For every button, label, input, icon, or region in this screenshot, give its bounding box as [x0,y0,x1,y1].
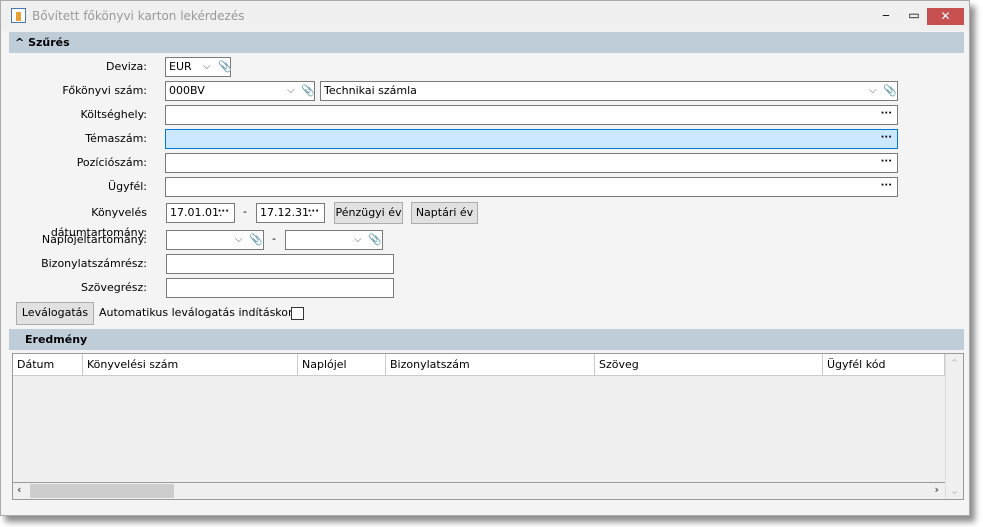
ugyfel-label: Ügyfél: [108,180,147,193]
naplojel-from-select[interactable]: ⌵ 📎 [166,230,264,250]
column-header-ugyfel-kod[interactable]: Ügyfél kód [823,354,945,376]
pozicioszam-label: Pozíciószám: [76,156,147,169]
maximize-button[interactable]: ▭ [901,8,927,25]
temaszam-label: Témaszám: [85,132,147,145]
szoveg-field[interactable] [166,278,394,298]
window-title: Bővített főkönyvi karton lekérdezés [32,9,245,23]
title-bar: Bővített főkönyvi karton lekérdezés ‒ ▭ … [1,1,969,31]
window: Bővített főkönyvi karton lekérdezés ‒ ▭ … [0,0,970,516]
ellipsis-icon[interactable]: ··· [218,203,229,221]
fokonyvi-label: Főkönyvi szám: [62,84,147,97]
fokonyvi-value: 000BV [169,84,205,97]
vertical-scrollbar[interactable]: ⌃ ⌄ [945,354,963,499]
result-table: Dátum Könyvelési szám Naplójel Bizonylat… [12,353,964,500]
paperclip-icon[interactable]: 📎 [883,82,897,100]
filter-button[interactable]: Leválogatás [16,302,94,325]
chevron-down-icon: ⌵ [235,234,243,245]
scroll-down-icon[interactable]: ⌄ [946,484,963,497]
paperclip-icon[interactable]: 📎 [249,231,263,249]
column-header-datum[interactable]: Dátum [13,354,83,376]
fokonyvi-select[interactable]: 000BV ⌵ 📎 [165,81,315,101]
scroll-right-icon[interactable]: › [934,483,939,496]
fiscal-year-button[interactable]: Pénzügyi év [334,202,403,224]
paperclip-icon[interactable]: 📎 [301,82,315,100]
app-icon [11,8,26,23]
column-header-bizonylatszam[interactable]: Bizonylatszám [386,354,595,376]
ellipsis-icon[interactable]: ··· [881,177,892,195]
bizonylat-field[interactable] [166,254,394,274]
horizontal-scrollbar[interactable]: ‹ › [13,482,945,499]
deviza-select[interactable]: EUR ⌵ 📎 [165,57,232,77]
auto-filter-label: Automatikus leválogatás indításkor: [99,306,297,319]
fokonyvi-name-select[interactable]: Technikai számla ⌵ 📎 [320,81,898,101]
ugyfel-field[interactable]: ··· [165,177,898,197]
close-button[interactable]: ✕ [927,8,964,25]
date-to-value: 17.12.31. [260,206,313,219]
koltseghely-field[interactable]: ··· [165,105,898,125]
column-header-konyvelesi-szam[interactable]: Könyvelési szám [83,354,298,376]
date-from-value: 17.01.01. [170,206,223,219]
chevron-down-icon: ⌵ [354,234,362,245]
scroll-up-icon[interactable]: ⌃ [946,357,963,370]
paperclip-icon[interactable]: 📎 [368,231,382,249]
result-section-header: Eredmény [9,329,964,350]
chevron-down-icon: ⌵ [869,85,877,96]
chevron-down-icon: ⌵ [203,61,211,72]
temaszam-field[interactable]: ··· [165,129,898,149]
pozicioszam-field[interactable]: ··· [165,153,898,173]
ellipsis-icon[interactable]: ··· [881,105,892,123]
deviza-value: EUR [169,60,192,73]
naplojel-to-select[interactable]: ⌵ 📎 [285,230,383,250]
bizonylat-label: Bizonylatszámrész: [41,257,147,270]
szoveg-label: Szövegrész: [80,281,147,294]
filter-header-label: Szűrés [28,36,70,49]
chevron-down-icon: ⌵ [287,85,295,96]
scroll-left-icon[interactable]: ‹ [17,483,22,496]
minimize-button[interactable]: ‒ [873,8,899,25]
paperclip-icon[interactable]: 📎 [218,58,232,76]
naplojel-separator: - [272,232,276,245]
ellipsis-icon[interactable]: ··· [308,203,319,221]
koltseghely-label: Költséghely: [80,108,147,121]
filter-section-header[interactable]: ^ Szűrés [9,32,964,53]
scrollbar-thumb[interactable] [30,484,174,498]
fokonyvi-name-value: Technikai számla [324,84,417,97]
date-to-field[interactable]: 17.12.31. ··· [256,203,325,223]
auto-filter-checkbox[interactable] [291,307,304,320]
collapse-icon: ^ [15,36,25,49]
naplojel-label: Naplójeltartomány: [41,233,147,246]
ellipsis-icon[interactable]: ··· [881,153,892,171]
column-header-szoveg[interactable]: Szöveg [595,354,823,376]
calendar-year-button[interactable]: Naptári év [411,202,478,224]
date-separator: - [243,205,247,218]
deviza-label: Deviza: [105,60,147,73]
column-header-naplojel[interactable]: Naplójel [298,354,386,376]
date-from-field[interactable]: 17.01.01. ··· [166,203,235,223]
ellipsis-icon[interactable]: ··· [881,129,892,147]
